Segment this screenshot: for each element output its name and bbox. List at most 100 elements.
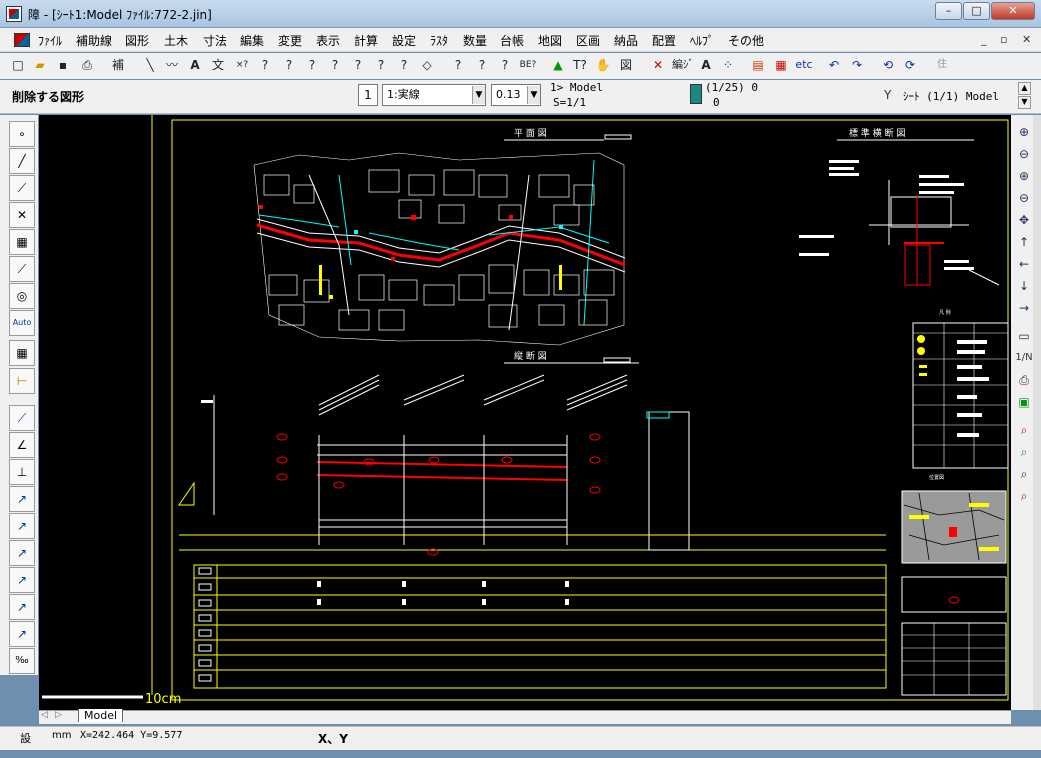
menu-item-16[interactable]: 配置	[652, 32, 676, 49]
polyline-icon[interactable]: 〰	[162, 55, 182, 75]
new-file-icon[interactable]: □	[8, 55, 28, 75]
curve-query-icon[interactable]: ?	[348, 55, 368, 75]
undo-icon[interactable]: ↶	[824, 55, 844, 75]
query-area-icon[interactable]: ?	[448, 55, 468, 75]
scroll-left-icon[interactable]: ←	[1015, 255, 1033, 273]
open-folder-icon[interactable]: ▰	[30, 55, 50, 75]
search-a-icon[interactable]: ⌕	[1015, 421, 1033, 439]
move-points-icon[interactable]: ⁘	[718, 55, 738, 75]
green-shape-icon[interactable]: ▲	[548, 55, 568, 75]
etc-button[interactable]: etc	[793, 55, 815, 75]
menu-item-0[interactable]: ﾌｧｲﾙ	[38, 32, 62, 49]
scale-one-icon[interactable]: 1/N	[1015, 349, 1033, 367]
color-swatch[interactable]	[690, 84, 702, 104]
delete-x-icon[interactable]: ✕	[648, 55, 668, 75]
menu-item-5[interactable]: 編集	[240, 32, 264, 49]
menu-item-8[interactable]: 計算	[354, 32, 378, 49]
refresh-icon[interactable]: ⟳	[900, 55, 920, 75]
scroll-down-icon[interactable]: ↓	[1015, 277, 1033, 295]
menu-item-11[interactable]: 数量	[463, 32, 487, 49]
permille-tool-icon[interactable]: ‰	[9, 648, 35, 674]
menu-item-12[interactable]: 台帳	[500, 32, 524, 49]
dim-query-icon[interactable]: ?	[394, 55, 414, 75]
menu-item-7[interactable]: 表示	[316, 32, 340, 49]
nx-tool-icon[interactable]: ↗	[9, 486, 35, 512]
drawing-canvas[interactable]: 平 面 図 縦 断 図 標 準 横 断 図 凡 例 位置図 10cm	[39, 115, 1011, 710]
perpendicular-tool-icon[interactable]: ⊥	[9, 459, 35, 485]
doc-minimize-button[interactable]: _	[981, 33, 987, 46]
auxiliary-button[interactable]: 補	[108, 55, 128, 75]
grid-tool-icon[interactable]: ▦	[9, 229, 35, 255]
rotate-view-icon[interactable]: ⟲	[878, 55, 898, 75]
menu-item-15[interactable]: 納品	[614, 32, 638, 49]
scroll-right-icon[interactable]: →	[1015, 299, 1033, 317]
ellipse-query-icon[interactable]: ?	[325, 55, 345, 75]
window-icon[interactable]: ▭	[1015, 327, 1033, 345]
point-icon[interactable]: ∘	[9, 121, 35, 147]
grid-color-icon[interactable]: ▦	[771, 55, 791, 75]
snap-tool-icon[interactable]: ⊢	[9, 368, 35, 394]
percent-tool-icon[interactable]: ↗	[9, 594, 35, 620]
linewidth-dropdown-icon[interactable]: ▼	[527, 86, 540, 104]
line-icon[interactable]: ╲	[140, 55, 160, 75]
zoom-window-icon[interactable]: ⊕	[1015, 123, 1033, 141]
edit-button[interactable]: 編ｼﾞ	[670, 55, 696, 75]
menu-item-4[interactable]: 寸法	[203, 32, 227, 49]
figure-icon[interactable]: 図	[616, 55, 636, 75]
circle-tool-icon[interactable]: ◎	[9, 283, 35, 309]
zoom-in-icon[interactable]: ⊕	[1015, 167, 1033, 185]
minimize-button[interactable]: –	[935, 2, 962, 20]
hand-icon[interactable]: ✋	[593, 55, 613, 75]
xy-tool-icon[interactable]: ⟋	[9, 405, 35, 431]
menu-item-17[interactable]: ﾍﾙﾌﾟ	[690, 32, 714, 49]
line-tool-icon[interactable]: ╱	[9, 148, 35, 174]
sheet-down-icon[interactable]: ▼	[1018, 96, 1031, 109]
ratio-tool-icon[interactable]: ↗	[9, 567, 35, 593]
search-d-icon[interactable]: ⌕	[1015, 487, 1033, 505]
offset-tool-icon[interactable]: ↗	[9, 513, 35, 539]
sheet-filter-icon[interactable]: Y	[884, 88, 891, 102]
zoom-all-icon[interactable]: ⊖	[1015, 145, 1033, 163]
split-tool-icon[interactable]: ↗	[9, 621, 35, 647]
layer-icon[interactable]: ▤	[748, 55, 768, 75]
text-a-icon[interactable]: A	[185, 55, 205, 75]
linetype-dropdown-icon[interactable]: ▼	[472, 86, 485, 104]
hatch-tool-icon[interactable]: ▦	[9, 340, 35, 366]
cross-tool-icon[interactable]: ✕	[9, 202, 35, 228]
auto-tool-icon[interactable]: Auto	[9, 310, 35, 336]
multiply-icon[interactable]: ×?	[232, 55, 252, 75]
diagonal-tool-icon[interactable]: ⟋	[9, 256, 35, 282]
hy-tool-icon[interactable]: ↗	[9, 540, 35, 566]
tab-next-icon[interactable]: ▷	[55, 710, 62, 720]
scroll-up-icon[interactable]: ↑	[1015, 233, 1033, 251]
query-arrow-icon[interactable]: ?	[472, 55, 492, 75]
sheet-up-icon[interactable]: ▲	[1018, 82, 1031, 95]
menu-item-10[interactable]: ﾗｽﾀ	[430, 32, 448, 49]
text-query-icon[interactable]: T?	[570, 55, 590, 75]
menu-item-18[interactable]: その他	[728, 32, 764, 49]
search-c-icon[interactable]: ⌕	[1015, 465, 1033, 483]
layer-number-field[interactable]: 1	[358, 84, 378, 106]
linetype-select[interactable]: 1:実線	[382, 84, 486, 106]
close-button[interactable]: ✕	[991, 2, 1035, 20]
menu-item-2[interactable]: 図形	[125, 32, 149, 49]
tab-model[interactable]: Model	[78, 709, 124, 722]
doc-restore-button[interactable]: ▫	[1000, 33, 1007, 46]
box-query-icon[interactable]: ?	[255, 55, 275, 75]
gray-query-icon[interactable]: BE?	[518, 55, 538, 75]
zoom-out-icon[interactable]: ⊖	[1015, 189, 1033, 207]
menu-item-3[interactable]: 土木	[164, 32, 188, 49]
menu-item-14[interactable]: 区画	[576, 32, 600, 49]
erase-icon[interactable]: ◇	[417, 55, 437, 75]
search-b-icon[interactable]: ⌕	[1015, 443, 1033, 461]
menu-item-9[interactable]: 設定	[392, 32, 416, 49]
text-button[interactable]: 文	[208, 55, 228, 75]
tab-prev-icon[interactable]: ◁	[41, 710, 48, 720]
query-double-icon[interactable]: ?	[495, 55, 515, 75]
print-icon[interactable]: ⎙	[77, 55, 97, 75]
redo-icon[interactable]: ↷	[847, 55, 867, 75]
pan-icon[interactable]: ✥	[1015, 211, 1033, 229]
save-icon[interactable]: ▪	[53, 55, 73, 75]
printer-settings-icon[interactable]: ⎙	[1015, 371, 1033, 389]
circle-query-icon[interactable]: ?	[279, 55, 299, 75]
